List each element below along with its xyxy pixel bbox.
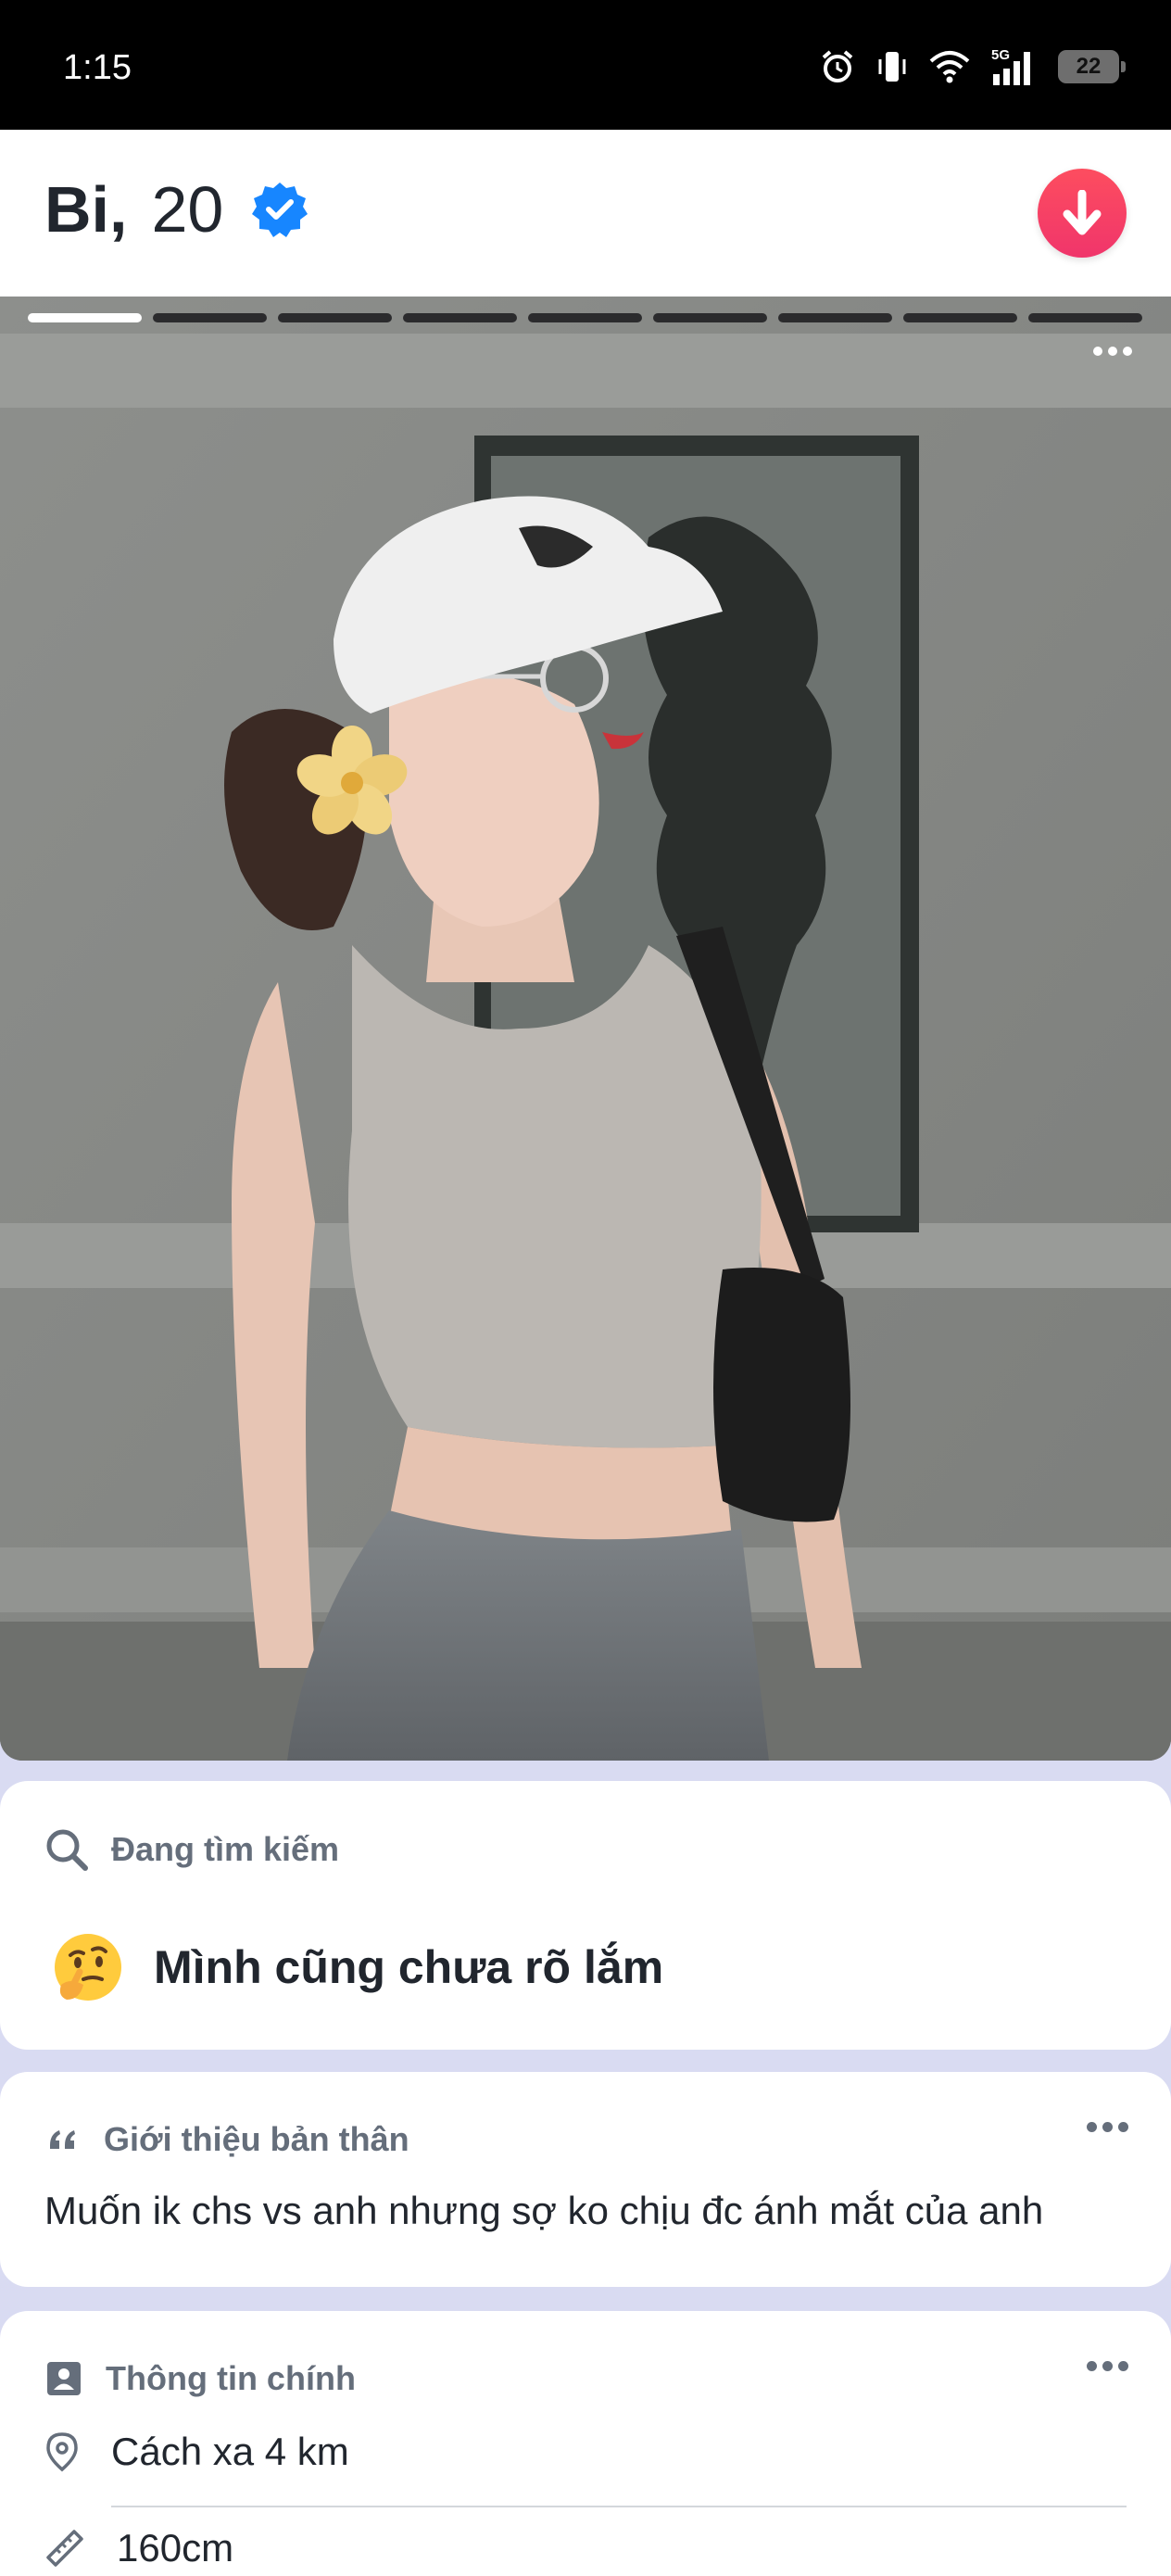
quote-icon [50, 2130, 75, 2149]
about-me-more-button[interactable] [1077, 2113, 1138, 2141]
dot [1093, 347, 1102, 356]
dot [1118, 2361, 1128, 2371]
photo-progress-segment[interactable] [653, 313, 767, 322]
basic-info-more-button[interactable] [1077, 2352, 1138, 2380]
dot [1087, 2122, 1097, 2132]
photo-progress-bar [28, 313, 1142, 322]
dot [1118, 2122, 1128, 2132]
looking-for-label: Đang tìm kiếm [111, 1830, 340, 1868]
photo-progress-segment[interactable] [403, 313, 517, 322]
verified-badge-icon [252, 183, 308, 237]
looking-for-header: Đang tìm kiếm [44, 1827, 339, 1872]
about-me-card: Giới thiệu bản thân Muốn ik chs vs anh n… [0, 2072, 1171, 2287]
profile-photo[interactable] [0, 297, 1171, 1761]
search-icon [46, 1829, 88, 1871]
photo-progress-segment[interactable] [1028, 313, 1142, 322]
photo-progress-segment[interactable] [28, 313, 142, 322]
dot [1087, 2361, 1097, 2371]
distance-text: Cách xa 4 km [111, 2430, 349, 2473]
height-text: 160cm [117, 2526, 234, 2570]
battery-indicator: 22 [1058, 50, 1126, 83]
location-pin-icon [46, 2432, 78, 2472]
vibrate-icon [878, 52, 906, 82]
dot [1123, 347, 1132, 356]
svg-text:5G: 5G [991, 47, 1010, 63]
about-me-text: Muốn ik chs vs anh nhưng sợ ko chịu đc á… [44, 2189, 1044, 2232]
arrow-down-icon [1063, 190, 1102, 235]
divider [111, 2506, 1127, 2507]
thinking-face-icon [55, 1934, 121, 2001]
status-bar: 1:15 5G 22 [0, 0, 1171, 130]
height-row: 160cm [44, 2526, 233, 2570]
photo-progress-segment[interactable] [903, 313, 1017, 322]
ruler-icon [46, 2530, 83, 2567]
dot [1102, 2361, 1113, 2371]
photo-progress-segment[interactable] [153, 313, 267, 322]
distance-row: Cách xa 4 km [44, 2430, 349, 2474]
photo-more-options-button[interactable] [1080, 334, 1145, 369]
photo-progress-segment[interactable] [528, 313, 642, 322]
looking-for-value: Mình cũng chưa rõ lắm [52, 1931, 663, 2003]
profile-title: Bi, 20 [44, 172, 308, 246]
dot [1102, 2122, 1113, 2132]
photo-progress-segment[interactable] [778, 313, 892, 322]
basic-info-label: Thông tin chính [106, 2359, 356, 2397]
basic-info-card: Thông tin chính Cách xa 4 km 160cm [0, 2311, 1171, 2576]
looking-for-text: Mình cũng chưa rõ lắm [154, 1941, 664, 1993]
looking-for-card: Đang tìm kiếm Mình cũng chưa rõ lắm [0, 1781, 1171, 2050]
profile-header: Bi, 20 [0, 130, 1171, 297]
status-time: 1:15 [63, 48, 132, 87]
about-me-header: Giới thiệu bản thân [44, 2120, 409, 2159]
dot [1108, 347, 1117, 356]
status-icons: 5G 22 [819, 46, 1126, 87]
alarm-icon [822, 50, 853, 82]
signal-5g-icon: 5G [991, 47, 1030, 85]
photo-progress-segment[interactable] [278, 313, 392, 322]
basic-info-header: Thông tin chính [44, 2359, 356, 2398]
id-card-icon [47, 2362, 81, 2395]
profile-photo-image [0, 297, 1171, 1761]
profile-age: 20 [151, 173, 224, 246]
profile-name: Bi, [44, 173, 128, 246]
collapse-profile-button[interactable] [1038, 169, 1127, 258]
about-me-label: Giới thiệu bản thân [104, 2120, 409, 2158]
wifi-icon [929, 51, 970, 83]
